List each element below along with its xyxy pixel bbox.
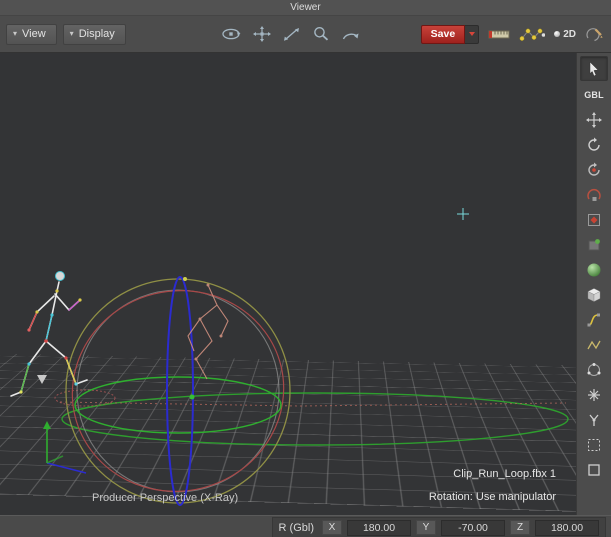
skeleton-head <box>55 271 65 281</box>
rotation-mode-label: Rotation: Use manipulator <box>428 491 556 503</box>
cube-icon <box>587 287 601 302</box>
transform-statusbar: R (Gbl) X 180.00 Y -70.00 Z 180.00 <box>0 515 611 537</box>
sphere-primitive-button[interactable] <box>581 258 607 281</box>
curve-tool-button[interactable] <box>581 333 607 356</box>
camera-label: Producer Perspective (X-Ray) <box>92 492 239 504</box>
snap-cross-icon <box>588 388 600 401</box>
camera-nav-tools <box>220 24 360 44</box>
dolly-icon <box>283 28 299 41</box>
keyframes-tool-button[interactable] <box>519 24 546 44</box>
keyframes-icon <box>519 28 546 41</box>
x-axis-label: X <box>322 520 342 535</box>
orbit-camera-button[interactable] <box>220 24 242 44</box>
save-control: Save <box>420 24 480 44</box>
2d-button-label: 2D <box>563 28 576 40</box>
ground-marker <box>37 375 47 384</box>
view-menu-label: View <box>22 27 46 40</box>
display-menu-label: Display <box>78 27 115 40</box>
keying-tool-button[interactable] <box>581 208 607 231</box>
pan-camera-button[interactable] <box>252 24 271 44</box>
gbl-label: GBL <box>584 89 604 100</box>
arc-rotate-button[interactable] <box>340 24 360 44</box>
orbit-dots-icon <box>587 362 601 376</box>
viewer-window: Viewer ▾ View ▾ Display Save 2D Producer… <box>0 0 611 537</box>
rotation-manipulator[interactable] <box>51 268 305 513</box>
cube-primitive-button[interactable] <box>581 283 607 306</box>
ghost-skeleton <box>187 283 229 380</box>
rotate-z-ring[interactable] <box>166 276 194 506</box>
pencil-rotate-icon <box>586 28 603 42</box>
orbit-icon <box>222 28 241 40</box>
sphere-dot-icon <box>554 31 561 37</box>
chevron-down-icon: ▾ <box>69 28 74 38</box>
rotate-axis-tool-button[interactable] <box>581 183 607 206</box>
y-axis-label: Y <box>416 520 436 535</box>
snap-tool-button[interactable] <box>581 383 607 406</box>
region-select-button[interactable] <box>581 458 607 481</box>
spline-icon <box>587 313 600 326</box>
ruler-icon <box>488 30 510 38</box>
spline-tool-button[interactable] <box>581 308 607 331</box>
zigzag-icon <box>587 340 601 349</box>
rotation-fields-cluster: R (Gbl) X 180.00 Y -70.00 Z 180.00 <box>271 516 606 537</box>
translate-tool-button[interactable] <box>581 108 607 131</box>
rotate-icon <box>588 137 600 151</box>
tool-sidebar: GBL <box>576 53 611 515</box>
global-reference-button[interactable]: GBL <box>581 83 607 106</box>
ghost-trajectory-path <box>59 401 567 407</box>
dropdown-arrow-icon <box>468 32 475 36</box>
z-axis-value-field[interactable]: 180.00 <box>535 519 599 536</box>
dolly-camera-button[interactable] <box>282 24 300 44</box>
rotation-mode-indicator: R (Gbl) <box>278 521 314 534</box>
ring-handle-dot <box>183 277 187 281</box>
null-object-cross[interactable] <box>457 208 469 220</box>
draw-tool-button[interactable] <box>585 24 603 44</box>
sphere-icon <box>587 263 601 276</box>
rotate-pivot-tool-button[interactable] <box>581 158 607 181</box>
region-icon <box>588 463 600 476</box>
z-axis-label: Z <box>510 520 530 535</box>
chevron-down-icon: ▾ <box>13 28 18 38</box>
arc-rotate-icon <box>342 33 359 40</box>
ik-branch-icon <box>589 414 599 426</box>
view-menu-button[interactable]: ▾ View <box>6 23 57 45</box>
character-skeleton[interactable] <box>10 271 88 397</box>
window-title: Viewer <box>290 2 321 13</box>
marquee-icon <box>588 438 600 451</box>
rotate-axis-icon <box>587 188 601 201</box>
viewer-toolbar: ▾ View ▾ Display Save 2D <box>0 16 611 53</box>
ruler-tool-button[interactable] <box>488 24 510 44</box>
rotate-pivot-icon <box>588 162 600 176</box>
viewport-3d-scene <box>10 208 569 513</box>
zoom-camera-button[interactable] <box>311 24 329 44</box>
orbit-points-tool-button[interactable] <box>581 358 607 381</box>
aux-pivot-icon <box>588 238 600 250</box>
cursor-icon <box>589 60 599 76</box>
3d-viewport[interactable]: Producer Perspective (X-Ray) Clip_Run_Lo… <box>0 53 576 515</box>
select-tool-button[interactable] <box>580 56 608 81</box>
clip-name-label: Clip_Run_Loop.fbx 1 <box>453 468 556 480</box>
aux-pivot-tool-button[interactable] <box>581 233 607 256</box>
save-button-label: Save <box>430 28 456 40</box>
display-menu-button[interactable]: ▾ Display <box>62 23 126 45</box>
keyframe-icon <box>588 213 600 226</box>
toolbar-right-group: Save 2D <box>420 24 605 44</box>
main-area: Producer Perspective (X-Ray) Clip_Run_Lo… <box>0 53 611 515</box>
magnifier-icon <box>313 27 328 41</box>
ik-branch-tool-button[interactable] <box>581 408 607 431</box>
window-titlebar[interactable]: Viewer <box>0 0 611 16</box>
pan-icon <box>252 26 271 42</box>
motion-trajectory-path[interactable] <box>61 392 569 446</box>
pivot-point <box>189 394 195 400</box>
x-axis-value-field[interactable]: 180.00 <box>347 519 411 536</box>
save-options-dropdown[interactable] <box>465 24 480 44</box>
marquee-select-button[interactable] <box>581 433 607 456</box>
y-axis-value-field[interactable]: -70.00 <box>441 519 505 536</box>
translate-icon <box>586 111 602 128</box>
rotate-tool-button[interactable] <box>581 133 607 156</box>
2d-display-button[interactable]: 2D <box>554 24 576 44</box>
save-button[interactable]: Save <box>420 24 466 44</box>
